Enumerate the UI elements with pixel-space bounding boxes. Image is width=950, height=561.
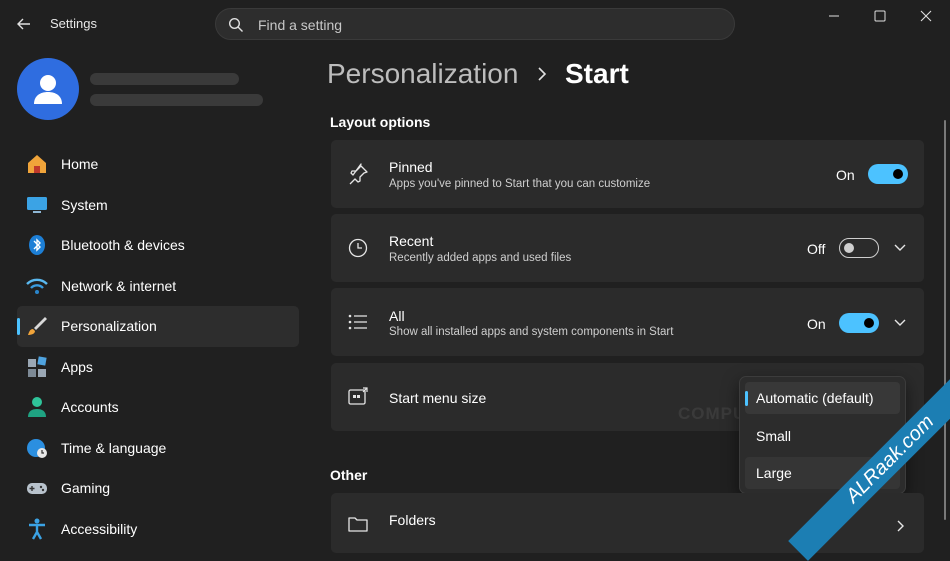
chevron-down-icon[interactable] (893, 241, 907, 255)
recent-toggle[interactable] (839, 238, 879, 258)
sidebar-item-home[interactable]: Home (17, 144, 299, 185)
folder-icon (348, 517, 368, 532)
card-subtitle: Show all installed apps and system compo… (389, 326, 674, 338)
sidebar-item-label: Bluetooth & devices (61, 237, 185, 253)
card-subtitle: Apps you've pinned to Start that you can… (389, 178, 651, 190)
sidebar-item-label: Home (61, 156, 99, 172)
sidebar-item-network[interactable]: Network & internet (17, 266, 299, 307)
sidebar-item-personalization[interactable]: Personalization (17, 306, 299, 347)
setting-card-recent[interactable]: Recent Recently added apps and used file… (331, 214, 924, 282)
toggle-state-label: Off (807, 241, 826, 257)
section-title-other: Other (330, 467, 368, 483)
search-icon (228, 17, 243, 32)
clock-icon (348, 238, 368, 258)
title-bar: Settings (0, 0, 950, 48)
sidebar-item-label: Time & language (61, 439, 167, 456)
back-arrow-icon[interactable] (14, 14, 34, 34)
all-toggle[interactable] (839, 313, 879, 333)
sidebar-item-label: Network & internet (61, 277, 177, 294)
maximize-icon[interactable] (872, 8, 888, 24)
sidebar-item-label: Accounts (61, 399, 119, 415)
card-title: Start menu size (389, 390, 487, 406)
toggle-state-label: On (807, 316, 826, 332)
sidebar-item-apps[interactable]: Apps (17, 347, 299, 388)
brush-icon (28, 317, 47, 335)
sidebar-item-label: Gaming (61, 480, 111, 496)
setting-card-all[interactable]: All Show all installed apps and system c… (331, 288, 924, 356)
sidebar-item-label: Personalization (61, 318, 157, 334)
bluetooth-icon (29, 235, 45, 255)
sidebar-item-label: System (61, 196, 108, 213)
card-title: All (389, 308, 405, 324)
chevron-down-icon[interactable] (893, 316, 907, 330)
sidebar-item-bluetooth[interactable]: Bluetooth & devices (17, 225, 299, 266)
dropdown-option-automatic[interactable]: Automatic (default) (745, 382, 900, 414)
profile-name-placeholder (90, 73, 239, 85)
card-subtitle: Recently added apps and used files (389, 252, 572, 264)
accessibility-icon (29, 518, 45, 540)
person-icon (28, 397, 46, 417)
card-title: Folders (389, 512, 436, 528)
sidebar-item-accessibility[interactable]: Accessibility (17, 509, 299, 550)
sidebar-item-system[interactable]: System (17, 185, 299, 226)
globe-clock-icon (27, 438, 47, 458)
list-icon (348, 314, 367, 330)
card-title: Pinned (389, 159, 433, 175)
toggle-state-label: On (836, 167, 855, 183)
avatar[interactable] (17, 58, 79, 120)
user-icon (34, 75, 62, 104)
sidebar-item-time-language[interactable]: Time & language (17, 428, 299, 469)
pin-icon (349, 163, 368, 185)
sidebar-nav: Home System Bluetooth & devices Network … (17, 144, 299, 549)
sidebar-item-label: Apps (61, 358, 93, 375)
profile-email-placeholder (90, 94, 263, 106)
sidebar-item-gaming[interactable]: Gaming (17, 468, 299, 509)
wifi-icon (26, 278, 48, 294)
apps-icon (28, 355, 47, 377)
app-title: Settings (50, 16, 97, 31)
card-title: Recent (389, 233, 434, 249)
sidebar-item-label: Accessibility (61, 520, 138, 537)
pinned-toggle[interactable] (868, 164, 908, 184)
home-icon (28, 155, 46, 173)
start-menu-size-icon (348, 387, 368, 405)
chevron-right-icon (538, 67, 547, 81)
breadcrumb-parent[interactable]: Personalization (327, 58, 518, 90)
search-box[interactable] (215, 8, 735, 40)
monitor-icon (27, 196, 47, 213)
gamepad-icon (27, 483, 47, 494)
page-title: Start (565, 58, 629, 89)
scrollbar[interactable] (944, 120, 946, 520)
setting-card-pinned[interactable]: Pinned Apps you've pinned to Start that … (331, 140, 924, 208)
section-title-layout-options: Layout options (330, 114, 431, 130)
sidebar-item-accounts[interactable]: Accounts (17, 387, 299, 428)
close-icon[interactable] (918, 8, 934, 24)
minimize-icon[interactable] (826, 8, 842, 24)
search-input[interactable] (256, 13, 720, 37)
dropdown-option-small[interactable]: Small (745, 420, 900, 452)
